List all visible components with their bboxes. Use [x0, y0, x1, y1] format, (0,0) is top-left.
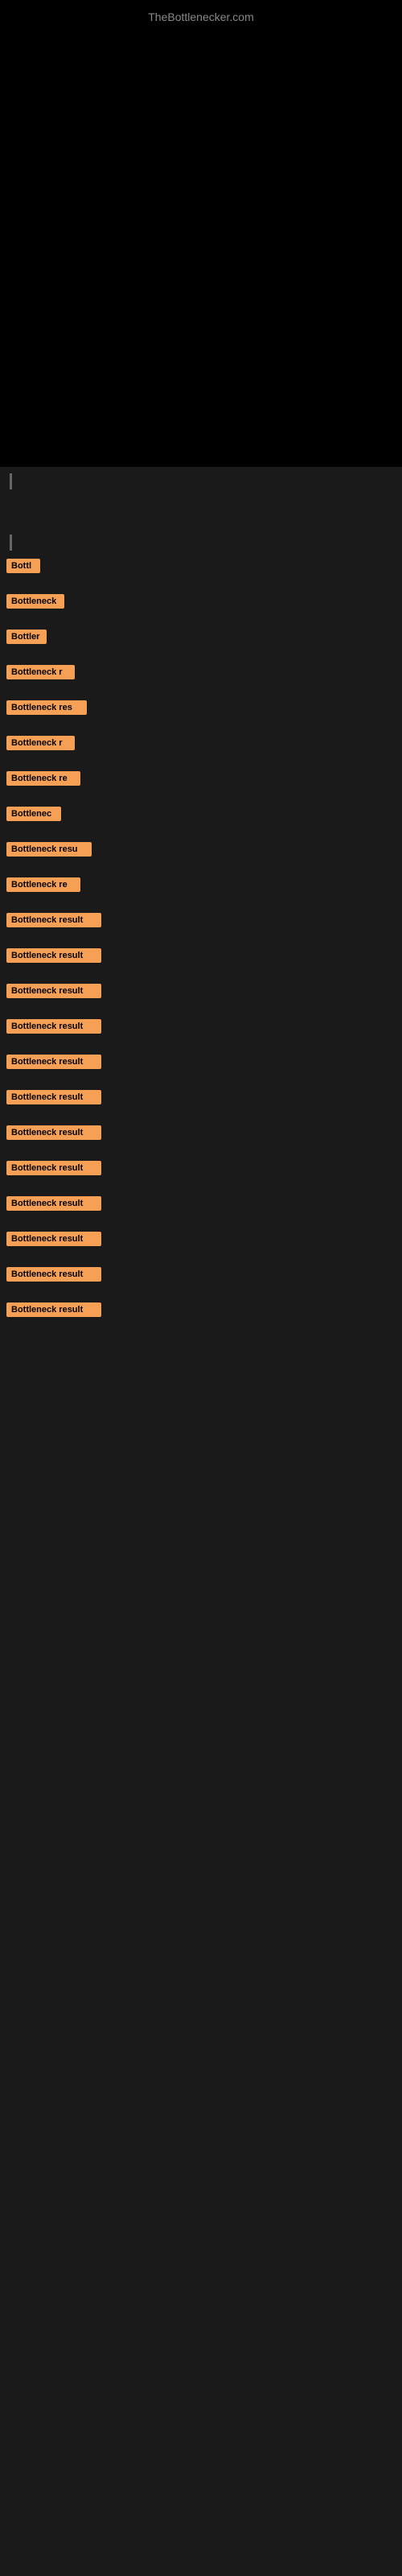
item-gap	[6, 1075, 396, 1090]
item-gap	[6, 580, 396, 594]
bottleneck-badge[interactable]: Bottleneck result	[6, 1019, 101, 1034]
chart-area	[0, 0, 402, 467]
list-item: Bottleneck result	[6, 1196, 396, 1211]
item-gap	[6, 1288, 396, 1302]
list-item: Bottleneck result	[6, 1090, 396, 1104]
list-item: Bottleneck re	[6, 877, 396, 892]
bottleneck-badge[interactable]: Bottleneck result	[6, 948, 101, 963]
bottleneck-badge[interactable]: Bottleneck resu	[6, 842, 92, 857]
list-item: Bottl	[6, 559, 396, 573]
list-item: Bottleneck result	[6, 1232, 396, 1246]
bottleneck-badge[interactable]: Bottl	[6, 559, 40, 573]
item-gap	[6, 1217, 396, 1232]
item-gap	[6, 898, 396, 913]
bottleneck-badge[interactable]: Bottleneck result	[6, 913, 101, 927]
bottleneck-badge[interactable]: Bottleneck result	[6, 984, 101, 998]
item-gap	[6, 686, 396, 700]
bottleneck-badge[interactable]: Bottleneck re	[6, 877, 80, 892]
bottleneck-badge[interactable]: Bottleneck result	[6, 1302, 101, 1317]
list-item: Bottleneck result	[6, 1161, 396, 1175]
separator-1	[10, 473, 12, 489]
list-item: Bottler	[6, 630, 396, 644]
item-gap	[6, 1005, 396, 1019]
list-item: Bottleneck result	[6, 1267, 396, 1282]
list-item: Bottleneck result	[6, 1055, 396, 1069]
list-item: Bottleneck result	[6, 1125, 396, 1140]
list-item: Bottleneck res	[6, 700, 396, 715]
item-gap	[6, 615, 396, 630]
list-item: Bottleneck re	[6, 771, 396, 786]
item-gap	[6, 1182, 396, 1196]
item-gap	[6, 1146, 396, 1161]
item-gap	[6, 1040, 396, 1055]
bottleneck-badge[interactable]: Bottleneck result	[6, 1161, 101, 1175]
bottleneck-badge[interactable]: Bottleneck	[6, 594, 64, 609]
item-gap	[6, 934, 396, 948]
item-gap	[6, 792, 396, 807]
bottleneck-badge[interactable]: Bottleneck r	[6, 665, 75, 679]
item-gap	[6, 1111, 396, 1125]
bottleneck-badge[interactable]: Bottleneck result	[6, 1125, 101, 1140]
item-gap	[6, 650, 396, 665]
bottleneck-badge[interactable]: Bottleneck result	[6, 1090, 101, 1104]
item-gap	[6, 969, 396, 984]
list-item: Bottleneck	[6, 594, 396, 609]
bottleneck-badge[interactable]: Bottleneck result	[6, 1267, 101, 1282]
results-container: Bottl Bottleneck Bottler Bottleneck r Bottle…	[0, 559, 402, 1338]
list-item: Bottleneck result	[6, 948, 396, 963]
bottleneck-badge[interactable]: Bottler	[6, 630, 47, 644]
bottleneck-badge[interactable]: Bottleneck res	[6, 700, 87, 715]
bottleneck-badge[interactable]: Bottleneck re	[6, 771, 80, 786]
list-item: Bottleneck result	[6, 1019, 396, 1034]
list-item: Bottleneck result	[6, 913, 396, 927]
separator-gap	[0, 496, 402, 528]
bottleneck-badge[interactable]: Bottleneck result	[6, 1055, 101, 1069]
list-item: Bottleneck result	[6, 984, 396, 998]
item-gap	[6, 863, 396, 877]
item-gap	[6, 1253, 396, 1267]
bottleneck-badge[interactable]: Bottleneck r	[6, 736, 75, 750]
bottleneck-badge[interactable]: Bottleneck result	[6, 1232, 101, 1246]
item-gap	[6, 1323, 396, 1338]
list-item: Bottlenec	[6, 807, 396, 821]
item-gap	[6, 757, 396, 771]
list-item: Bottleneck resu	[6, 842, 396, 857]
list-item: Bottleneck r	[6, 665, 396, 679]
bottleneck-badge[interactable]: Bottlenec	[6, 807, 61, 821]
bottleneck-badge[interactable]: Bottleneck result	[6, 1196, 101, 1211]
item-gap	[6, 828, 396, 842]
list-item: Bottleneck result	[6, 1302, 396, 1317]
separator-2	[10, 535, 12, 551]
site-title: TheBottlenecker.com	[0, 4, 402, 30]
item-gap	[6, 721, 396, 736]
list-item: Bottleneck r	[6, 736, 396, 750]
